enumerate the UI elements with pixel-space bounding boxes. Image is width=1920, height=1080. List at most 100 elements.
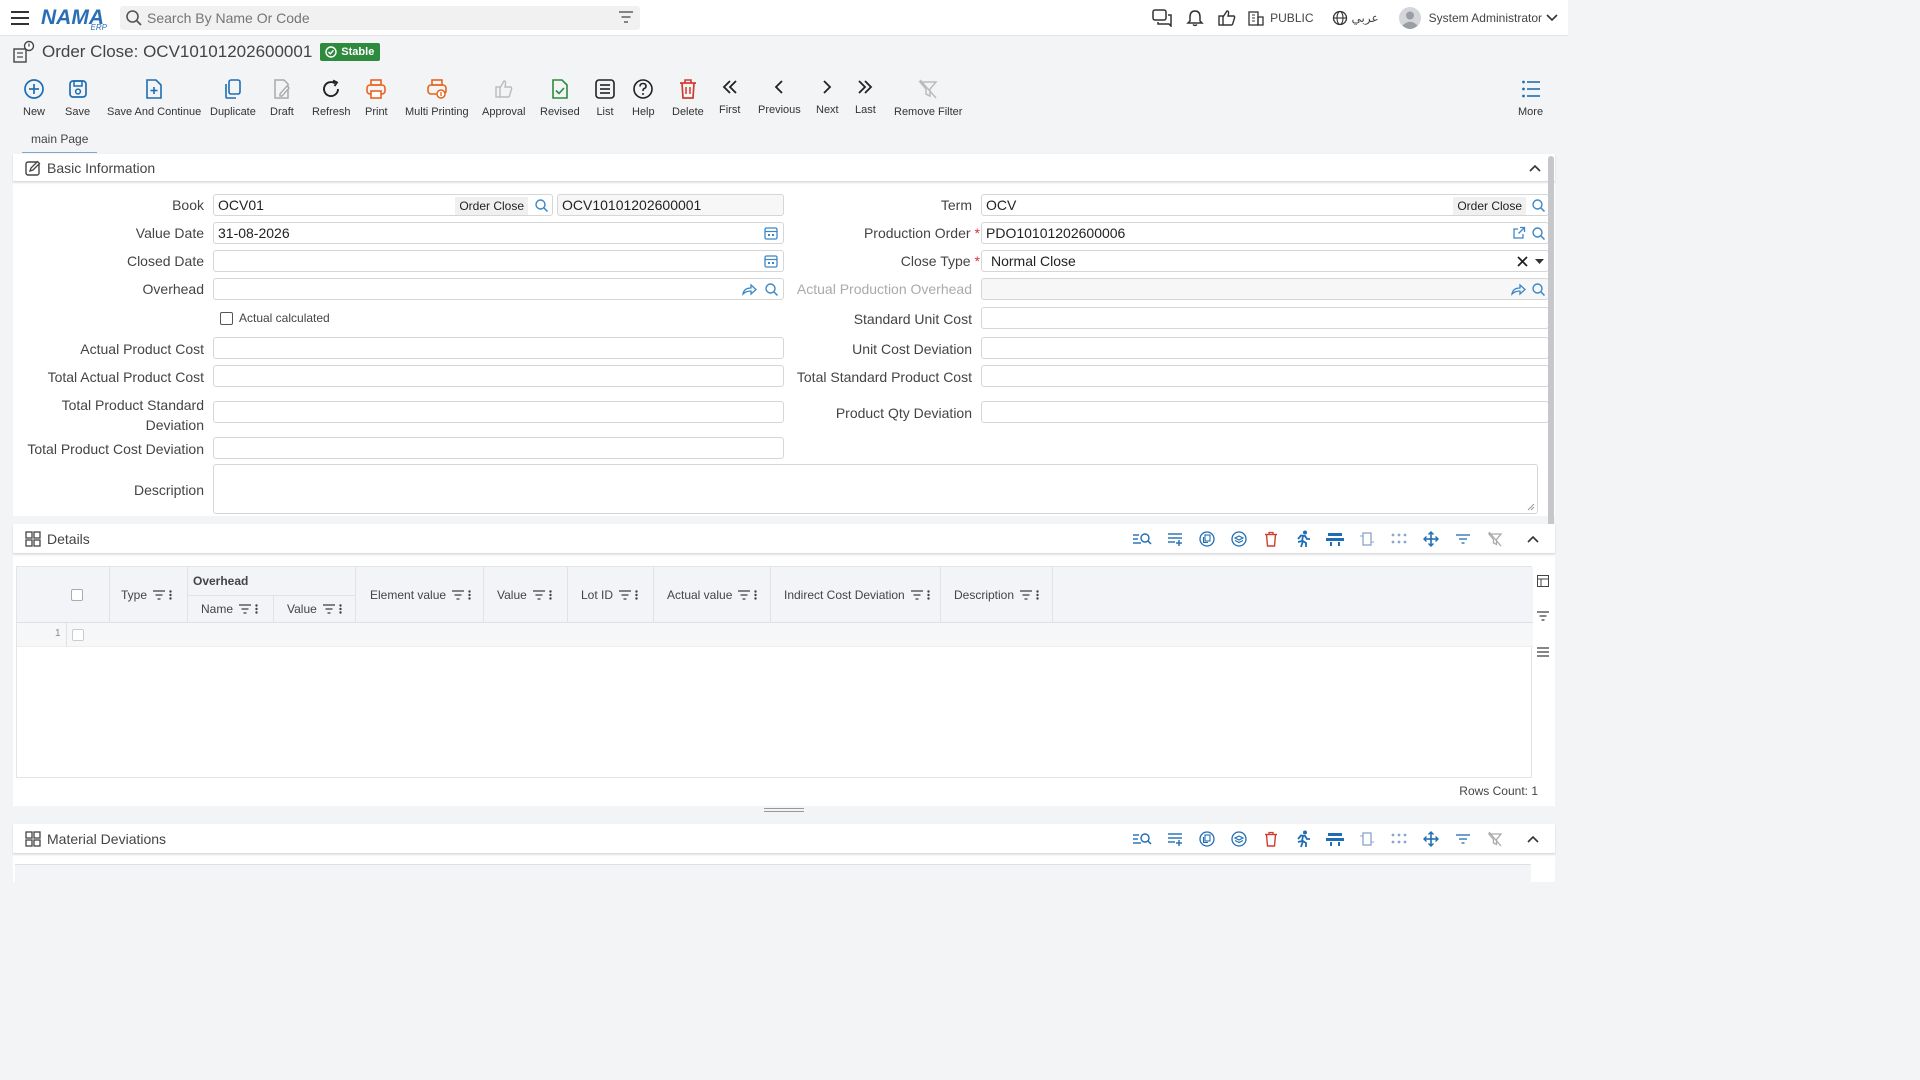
user-name[interactable]: System Administrator [1429,11,1542,25]
search-icon[interactable] [1531,282,1546,297]
draft-button[interactable]: Draft [270,78,294,118]
actual-product-cost-field[interactable] [213,337,784,359]
filter-lines-icon[interactable] [1447,534,1479,544]
checkbox-box[interactable] [220,311,233,325]
column-element-value[interactable]: Element value [370,588,471,602]
menu-icon[interactable] [11,10,29,25]
book-field[interactable]: OCV01 Order Close [213,194,553,216]
column-actual-value[interactable]: Actual value [667,588,758,602]
column-lot-id[interactable]: Lot ID [581,588,638,602]
column-icon[interactable] [1351,531,1383,547]
save-and-continue-button[interactable]: Save And Continue [107,78,201,118]
move-icon[interactable] [1415,831,1447,847]
dots-grid-icon[interactable] [1383,833,1415,845]
column-filter-icon[interactable] [153,590,172,600]
table-edit-icon[interactable] [1319,532,1351,546]
table-row[interactable]: 1 [17,623,1533,647]
duplicate-button[interactable]: Duplicate [210,78,256,118]
multi-printing-button[interactable]: Multi Printing [405,78,469,118]
run-icon[interactable] [1287,830,1319,848]
close-type-select[interactable]: Normal Close [981,250,1549,272]
column-type[interactable]: Type [121,588,172,602]
add-rows-icon[interactable] [1159,832,1191,846]
copy-icon[interactable] [1191,531,1223,547]
chevron-up-icon[interactable] [1529,164,1541,172]
thumbs-up-icon[interactable] [1218,9,1236,27]
approval-button[interactable]: Approval [482,78,525,118]
unit-cost-deviation-field[interactable] [981,337,1549,359]
previous-button[interactable]: Previous [758,76,801,116]
filter-off-icon[interactable] [1479,531,1511,547]
share-icon[interactable] [1511,282,1526,296]
layers-icon[interactable] [1223,831,1255,847]
filter-panel-icon[interactable] [1537,608,1549,626]
zoom-search-icon[interactable] [1127,832,1159,846]
panel-resize-handle[interactable] [764,808,804,813]
value-date-field[interactable]: 31-08-2026 [213,222,784,244]
add-rows-icon[interactable] [1159,532,1191,546]
search-bar[interactable] [120,6,640,30]
new-button[interactable]: New [23,78,45,118]
column-filter-icon[interactable] [738,590,758,600]
production-order-field[interactable]: PDO10101202600006 [981,222,1549,244]
standard-unit-cost-field[interactable] [981,307,1549,329]
filter-off-icon[interactable] [1479,831,1511,847]
column-icon[interactable] [1351,831,1383,847]
remove-filter-button[interactable]: Remove Filter [894,78,962,118]
chevron-up-icon[interactable] [1511,835,1555,843]
actual-calculated-checkbox[interactable]: Actual calculated [220,311,330,325]
chevron-up-icon[interactable] [1511,535,1555,543]
resize-handle-icon[interactable] [1527,503,1535,511]
column-filter-icon[interactable] [322,604,342,614]
dots-grid-icon[interactable] [1383,533,1415,545]
delete-row-icon[interactable] [1255,531,1287,547]
zoom-search-icon[interactable] [1127,532,1159,546]
building-icon[interactable] [1248,10,1264,26]
total-product-standard-deviation-field[interactable] [213,401,784,423]
run-icon[interactable] [1287,530,1319,548]
revised-button[interactable]: Revised [540,78,580,118]
refresh-button[interactable]: Refresh [312,78,351,118]
description-textarea[interactable] [213,464,1538,514]
select-all-checkbox[interactable] [71,589,83,601]
filter-icon[interactable] [619,11,633,23]
filter-lines-icon[interactable] [1447,834,1479,844]
globe-icon[interactable] [1332,10,1348,26]
column-filter-icon[interactable] [452,590,471,600]
avatar[interactable] [1398,7,1421,29]
form-scrollbar[interactable] [1548,156,1554,528]
actual-production-overhead-field[interactable] [981,278,1549,300]
calendar-icon[interactable] [764,254,778,268]
column-filter-icon[interactable] [239,604,258,614]
overhead-field[interactable] [213,278,784,300]
column-value[interactable]: Value [497,588,552,602]
product-qty-deviation-field[interactable] [981,401,1549,423]
material-deviations-header[interactable]: Material Deviations [13,824,1555,854]
copy-icon[interactable] [1191,831,1223,847]
column-filter-icon[interactable] [619,590,638,600]
move-icon[interactable] [1415,531,1447,547]
last-button[interactable]: Last [855,76,876,116]
help-button[interactable]: Help [632,78,655,118]
search-refresh-icon[interactable] [534,198,549,213]
column-filter-icon[interactable] [1020,590,1039,600]
delete-row-icon[interactable] [1255,831,1287,847]
columns-panel-icon[interactable] [1537,574,1549,592]
first-button[interactable]: First [719,76,740,116]
delete-button[interactable]: Delete [672,78,704,118]
column-indirect-cost-deviation[interactable]: Indirect Cost Deviation [784,588,930,602]
column-overhead-value[interactable]: Value [287,602,342,616]
save-button[interactable]: Save [65,78,90,118]
dropdown-caret-icon[interactable] [1535,259,1544,265]
search-refresh-icon[interactable] [1531,198,1546,213]
closed-date-field[interactable] [213,250,784,272]
menu-lines-icon[interactable] [1537,644,1549,662]
column-description[interactable]: Description [954,588,1039,602]
table-edit-icon[interactable] [1319,832,1351,846]
search-input[interactable] [147,10,607,26]
row-checkbox[interactable] [72,629,84,641]
basic-information-header[interactable]: Basic Information [13,154,1555,182]
more-button[interactable]: More [1518,78,1543,118]
details-header[interactable]: Details [13,524,1555,554]
total-actual-product-cost-field[interactable] [213,365,784,387]
